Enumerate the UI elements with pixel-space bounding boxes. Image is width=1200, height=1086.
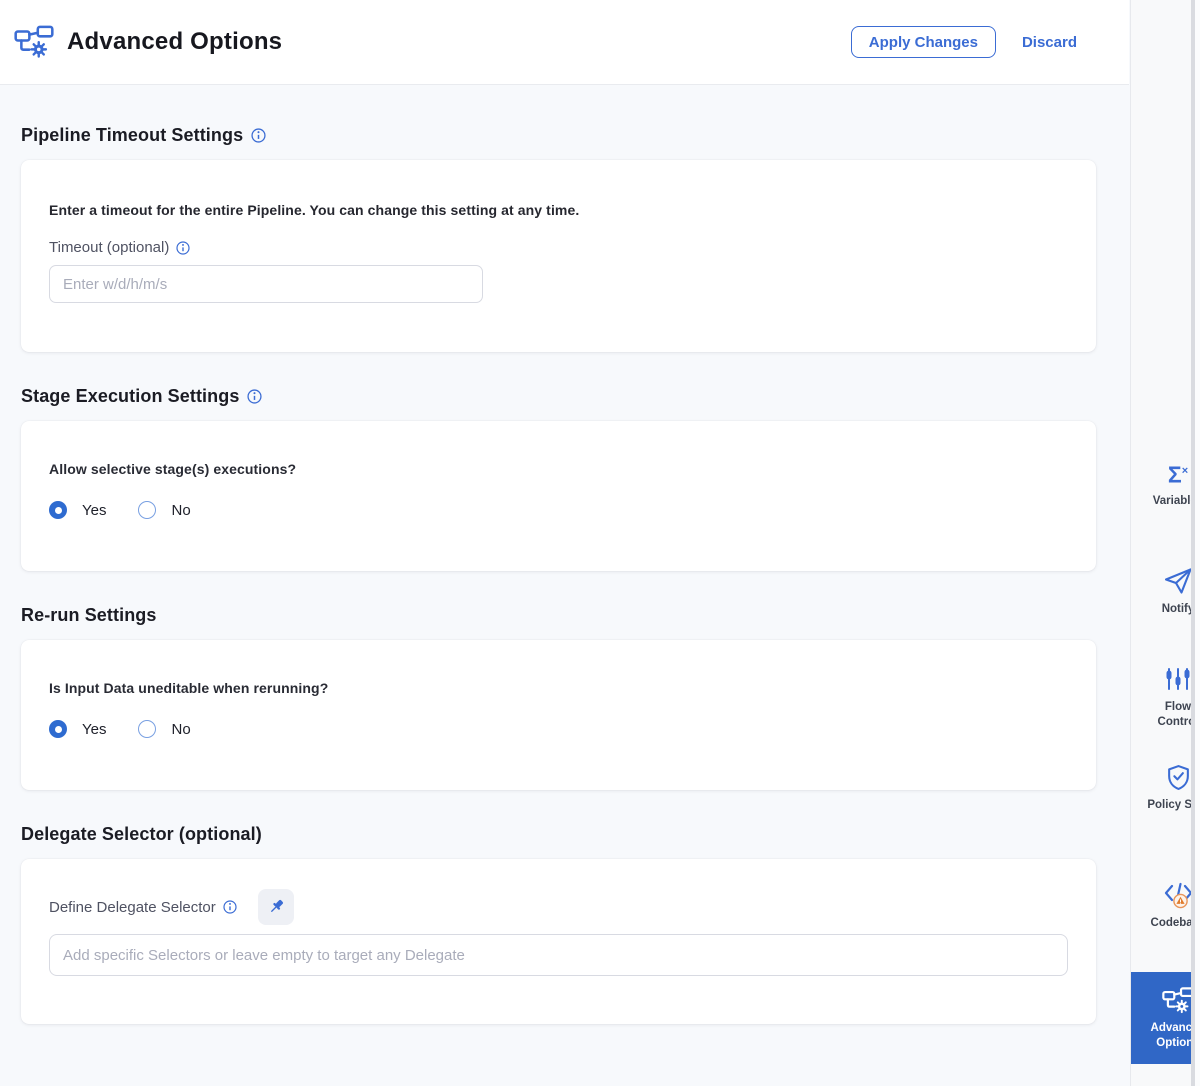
sidebar-item-advanced-options[interactable]: Advanced Options: [1131, 972, 1196, 1064]
delegate-section-heading: Delegate Selector (optional): [21, 824, 1096, 845]
panel-header: Advanced Options Apply Changes Discard: [0, 0, 1129, 85]
sidebar-item-codebase[interactable]: Codebase: [1131, 880, 1196, 931]
info-icon[interactable]: [251, 128, 266, 143]
timeout-field-label: Timeout (optional): [49, 239, 169, 256]
flow-control-icon: [1165, 664, 1191, 694]
variables-icon: Σ×: [1168, 458, 1188, 488]
policy-sets-icon: [1166, 762, 1191, 792]
radio-label-no: No: [171, 721, 190, 738]
rerun-section-heading: Re-run Settings: [21, 605, 1096, 626]
stage-settings-sidebar: Σ× Variables Notify: [1130, 0, 1196, 1086]
radio-option-yes[interactable]: Yes: [49, 501, 106, 519]
stage-execution-section-heading: Stage Execution Settings: [21, 386, 1096, 407]
advanced-options-icon: [1162, 985, 1194, 1015]
rerun-radio-group: Yes No: [49, 720, 1068, 738]
delegate-card: Define Delegate Selector: [21, 859, 1096, 1024]
timeout-section-heading: Pipeline Timeout Settings: [21, 125, 1096, 146]
delegate-selector-input[interactable]: [49, 934, 1068, 976]
timeout-card: Enter a timeout for the entire Pipeline.…: [21, 160, 1096, 352]
info-icon[interactable]: [223, 900, 237, 914]
sidebar-item-policy-sets[interactable]: Policy Sets: [1131, 762, 1196, 813]
stage-execution-question: Allow selective stage(s) executions?: [49, 461, 1068, 477]
sidebar-item-label: Variables: [1153, 494, 1196, 509]
sidebar-item-flow-control[interactable]: Flow Control: [1131, 664, 1196, 730]
timeout-description: Enter a timeout for the entire Pipeline.…: [49, 202, 1068, 218]
main-panel: Advanced Options Apply Changes Discard P…: [0, 0, 1129, 1086]
rerun-card: Is Input Data uneditable when rerunning?…: [21, 640, 1096, 790]
radio-option-yes[interactable]: Yes: [49, 720, 106, 738]
sidebar-item-notify[interactable]: Notify: [1131, 566, 1196, 617]
settings-content: Pipeline Timeout Settings Enter a timeou…: [0, 85, 1129, 1024]
radio-selected-icon[interactable]: [49, 720, 67, 738]
delegate-heading: Delegate Selector (optional): [21, 824, 262, 845]
sidebar-item-label: Flow Control: [1145, 700, 1196, 730]
radio-unselected-icon[interactable]: [138, 501, 156, 519]
stage-execution-radio-group: Yes No: [49, 501, 1068, 519]
radio-unselected-icon[interactable]: [138, 720, 156, 738]
info-icon[interactable]: [247, 389, 262, 404]
sidebar-item-variables[interactable]: Σ× Variables: [1131, 458, 1196, 509]
timeout-input[interactable]: [49, 265, 483, 303]
header-actions: Apply Changes Discard: [851, 26, 1077, 58]
codebase-icon: [1163, 880, 1194, 910]
delegate-field-label: Define Delegate Selector: [49, 899, 216, 916]
notify-icon: [1163, 566, 1193, 596]
right-edge-gap: [1195, 0, 1200, 1086]
radio-option-no[interactable]: No: [138, 720, 190, 738]
page-title: Advanced Options: [67, 28, 282, 56]
sidebar-item-label: Advanced Options: [1145, 1021, 1196, 1051]
pin-icon: [266, 897, 286, 917]
timeout-heading: Pipeline Timeout Settings: [21, 125, 243, 146]
radio-label-yes: Yes: [82, 721, 106, 738]
radio-option-no[interactable]: No: [138, 501, 190, 519]
sidebar-item-label: Notify: [1162, 602, 1195, 617]
rerun-heading: Re-run Settings: [21, 605, 157, 626]
sidebar-item-label: Policy Sets: [1147, 798, 1196, 813]
discard-button[interactable]: Discard: [1022, 34, 1077, 51]
rerun-question: Is Input Data uneditable when rerunning?: [49, 680, 1068, 696]
radio-selected-icon[interactable]: [49, 501, 67, 519]
advanced-options-icon: [14, 25, 54, 59]
info-icon[interactable]: [176, 241, 190, 255]
vertical-scrollbar[interactable]: [1191, 0, 1195, 1086]
radio-label-yes: Yes: [82, 502, 106, 519]
stage-execution-card: Allow selective stage(s) executions? Yes…: [21, 421, 1096, 571]
pin-delegate-button[interactable]: [258, 889, 294, 925]
sidebar-item-label: Codebase: [1151, 916, 1196, 931]
apply-changes-button[interactable]: Apply Changes: [851, 26, 996, 58]
radio-label-no: No: [171, 502, 190, 519]
gear-glyph: [32, 42, 46, 56]
stage-execution-heading: Stage Execution Settings: [21, 386, 239, 407]
